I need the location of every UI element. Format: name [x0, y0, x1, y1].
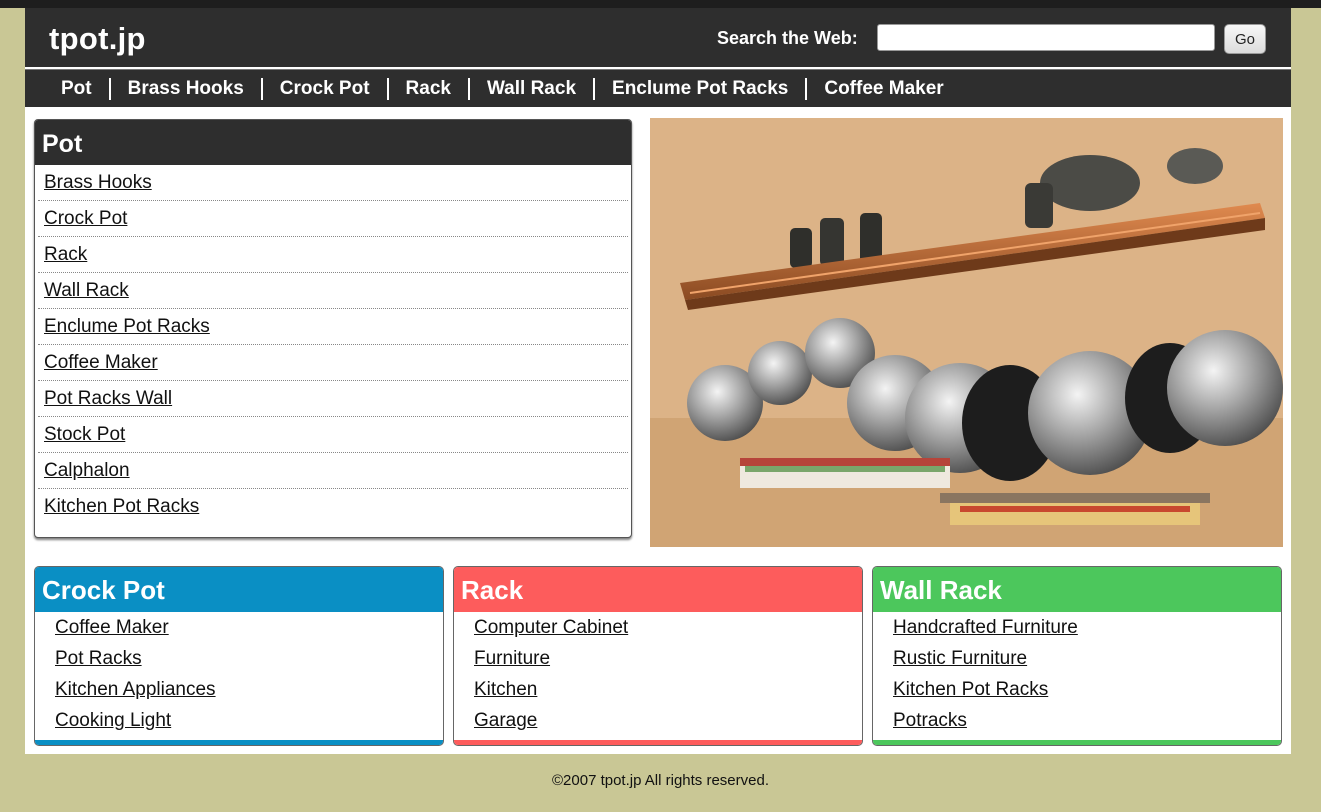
crock-pot-link-list: Coffee Maker Pot Racks Kitchen Appliance… [35, 612, 443, 736]
nav-item-pot[interactable]: Pot [44, 78, 109, 100]
pot-link-stock-pot[interactable]: Stock Pot [44, 424, 125, 445]
wall-rack-box: Wall Rack Handcrafted Furniture Rustic F… [872, 566, 1282, 746]
crock-link-cooking-light[interactable]: Cooking Light [55, 710, 171, 731]
pot-link-rack[interactable]: Rack [44, 244, 87, 265]
nav-item-wall-rack[interactable]: Wall Rack [467, 77, 593, 100]
list-item: Potracks [893, 705, 1281, 736]
wall-link-handcrafted-furniture[interactable]: Handcrafted Furniture [893, 617, 1078, 638]
list-item: Rack [38, 237, 628, 273]
list-item: Kitchen Pot Racks [893, 674, 1281, 705]
main-nav: Pot Brass Hooks Crock Pot Rack Wall Rack… [25, 69, 1291, 107]
crock-pot-box-title: Crock Pot [35, 567, 443, 612]
crock-link-kitchen-appliances[interactable]: Kitchen Appliances [55, 679, 216, 700]
pot-link-calphalon[interactable]: Calphalon [44, 460, 130, 481]
pot-panel-title: Pot [35, 120, 631, 165]
list-item: Furniture [474, 643, 862, 674]
list-item: Pot Racks Wall [38, 381, 628, 417]
site-header: tpot.jp Search the Web: Go [25, 8, 1291, 67]
pot-link-wall-rack[interactable]: Wall Rack [44, 280, 129, 301]
pot-link-kitchen-pot-racks[interactable]: Kitchen Pot Racks [44, 496, 199, 517]
rack-link-furniture[interactable]: Furniture [474, 648, 550, 669]
list-item: Wall Rack [38, 273, 628, 309]
rack-link-computer-cabinet[interactable]: Computer Cabinet [474, 617, 628, 638]
list-item: Brass Hooks [38, 165, 628, 201]
nav-item-brass-hooks[interactable]: Brass Hooks [108, 77, 261, 100]
rack-box-bottom-bar [454, 740, 862, 745]
search-label: Search the Web: [717, 28, 858, 48]
pot-rack-illustration [650, 118, 1283, 547]
crock-pot-box: Crock Pot Coffee Maker Pot Racks Kitchen… [34, 566, 444, 746]
list-item: Garage [474, 705, 862, 736]
list-item: Handcrafted Furniture [893, 612, 1281, 643]
list-item: Enclume Pot Racks [38, 309, 628, 345]
pot-link-brass-hooks[interactable]: Brass Hooks [44, 172, 152, 193]
wall-rack-box-bottom-bar [873, 740, 1281, 745]
rack-box: Rack Computer Cabinet Furniture Kitchen … [453, 566, 863, 746]
rack-link-kitchen[interactable]: Kitchen [474, 679, 537, 700]
wall-rack-link-list: Handcrafted Furniture Rustic Furniture K… [873, 612, 1281, 736]
list-item: Rustic Furniture [893, 643, 1281, 674]
list-item: Stock Pot [38, 417, 628, 453]
rack-link-garage[interactable]: Garage [474, 710, 537, 731]
list-item: Coffee Maker [38, 345, 628, 381]
pot-panel: Pot Brass Hooks Crock Pot Rack Wall Rack… [34, 119, 632, 538]
list-item: Coffee Maker [55, 612, 443, 643]
list-item: Pot Racks [55, 643, 443, 674]
rack-box-title: Rack [454, 567, 862, 612]
list-item: Crock Pot [38, 201, 628, 237]
list-item: Kitchen Pot Racks [38, 489, 628, 525]
nav-item-enclume-pot-racks[interactable]: Enclume Pot Racks [593, 77, 805, 100]
crock-link-pot-racks[interactable]: Pot Racks [55, 648, 142, 669]
pot-link-crock-pot[interactable]: Crock Pot [44, 208, 127, 229]
page-container: tpot.jp Search the Web: Go Pot Brass Hoo… [25, 8, 1291, 754]
crock-pot-box-bottom-bar [35, 740, 443, 745]
wall-rack-box-title: Wall Rack [873, 567, 1281, 612]
pot-link-coffee-maker[interactable]: Coffee Maker [44, 352, 158, 373]
wall-link-kitchen-pot-racks[interactable]: Kitchen Pot Racks [893, 679, 1048, 700]
pot-link-pot-racks-wall[interactable]: Pot Racks Wall [44, 388, 172, 409]
wall-link-rustic-furniture[interactable]: Rustic Furniture [893, 648, 1027, 669]
list-item: Kitchen Appliances [55, 674, 443, 705]
nav-item-crock-pot[interactable]: Crock Pot [260, 77, 387, 100]
pot-link-list: Brass Hooks Crock Pot Rack Wall Rack Enc… [35, 165, 631, 525]
search-input[interactable] [877, 24, 1215, 51]
list-item: Kitchen [474, 674, 862, 705]
list-item: Calphalon [38, 453, 628, 489]
nav-item-coffee-maker[interactable]: Coffee Maker [805, 77, 960, 100]
nav-item-rack[interactable]: Rack [386, 77, 468, 100]
list-item: Computer Cabinet [474, 612, 862, 643]
rack-link-list: Computer Cabinet Furniture Kitchen Garag… [454, 612, 862, 736]
wall-link-potracks[interactable]: Potracks [893, 710, 967, 731]
pot-link-enclume-pot-racks[interactable]: Enclume Pot Racks [44, 316, 210, 337]
pot-rack-photo [650, 118, 1283, 547]
site-logo[interactable]: tpot.jp [49, 21, 146, 57]
crock-link-coffee-maker[interactable]: Coffee Maker [55, 617, 169, 638]
go-button[interactable]: Go [1224, 24, 1266, 54]
top-edge-strip [0, 0, 1321, 8]
list-item: Cooking Light [55, 705, 443, 736]
nav-list: Pot Brass Hooks Crock Pot Rack Wall Rack… [44, 70, 961, 107]
footer-copyright: ©2007 tpot.jp All rights reserved. [551, 772, 769, 789]
